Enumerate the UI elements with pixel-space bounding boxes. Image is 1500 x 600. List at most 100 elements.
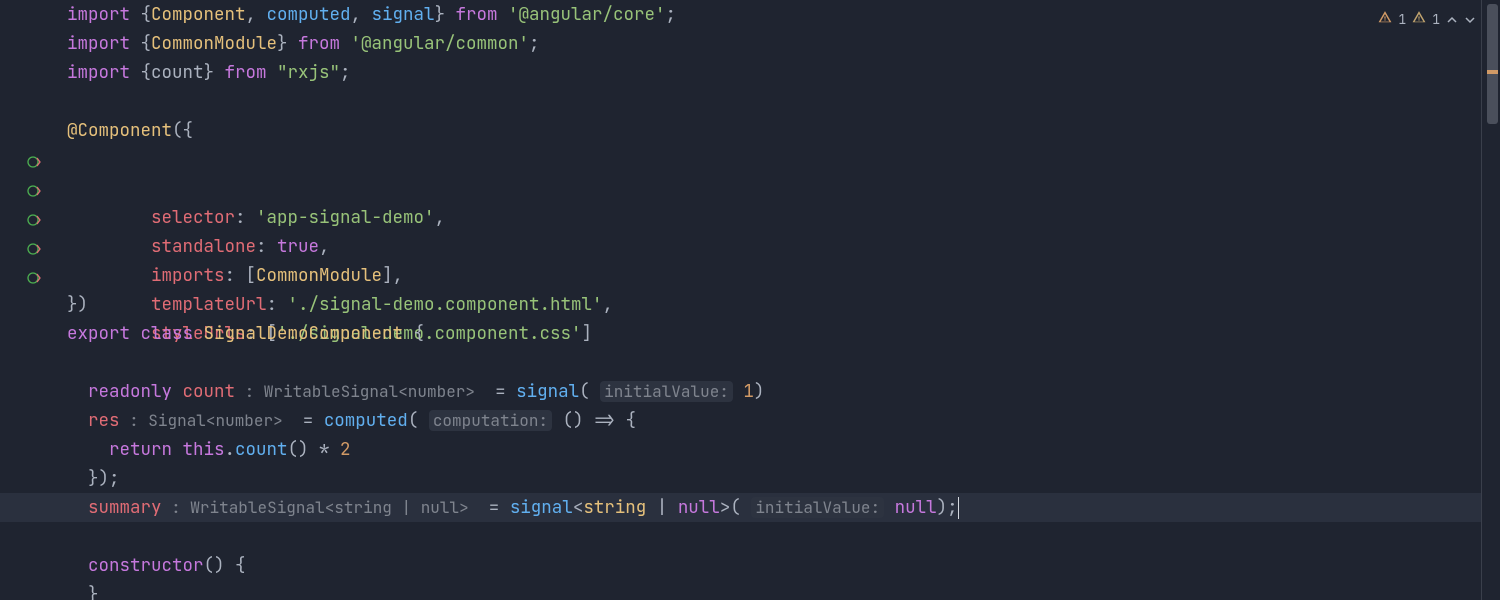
identifier: count xyxy=(151,61,204,84)
function-call: signal xyxy=(510,496,573,519)
code-editor: 1 1 import {Component, computed, signal}… xyxy=(0,0,1500,600)
related-file-icon[interactable] xyxy=(26,180,44,198)
keyword: constructor xyxy=(88,554,204,577)
punct: { xyxy=(141,3,152,26)
punct: () * xyxy=(288,438,341,461)
punct: , xyxy=(351,3,372,26)
punct: } xyxy=(204,61,215,84)
punct: = xyxy=(292,409,324,432)
scrollbar-track[interactable] xyxy=(1482,0,1500,600)
param-hint: initialValue: xyxy=(600,381,733,402)
code-line[interactable]: imports: [CommonModule], xyxy=(0,203,1481,232)
punct: ); xyxy=(937,496,958,519)
identifier: Component xyxy=(151,3,246,26)
param-hint: computation: xyxy=(429,410,552,431)
punct: >( xyxy=(720,496,752,519)
class-name: SignalDemoComponent xyxy=(204,322,404,345)
code-line[interactable]: return this.count() * 2 xyxy=(0,435,1481,464)
code-line[interactable]: } xyxy=(0,580,1481,600)
code-line[interactable]: import {count} from "rxjs"; xyxy=(0,58,1481,87)
code-line[interactable] xyxy=(0,87,1481,116)
keyword: export xyxy=(67,322,141,345)
punct: | xyxy=(646,496,678,519)
keyword: return xyxy=(109,438,183,461)
code-line[interactable]: selector: 'app-signal-demo', xyxy=(0,145,1481,174)
type-hint: : WritableSignal<number> xyxy=(235,381,485,402)
field-name: count xyxy=(183,380,236,403)
code-line-current[interactable]: summary : WritableSignal<string | null> … xyxy=(0,493,1481,522)
number: 1 xyxy=(733,380,754,403)
function-call: signal xyxy=(516,380,579,403)
related-file-icon[interactable] xyxy=(26,209,44,227)
type-hint: : WritableSignal<string | null> xyxy=(162,497,479,518)
punct: ( xyxy=(408,409,429,432)
code-line[interactable]: standalone: true, xyxy=(0,174,1481,203)
keyword: class xyxy=(141,322,204,345)
type-hint: : Signal<number> xyxy=(120,410,293,431)
string: '@angular/core' xyxy=(508,3,666,26)
punct: ; xyxy=(529,32,540,55)
punct: ; xyxy=(666,3,677,26)
keyword: null xyxy=(678,496,720,519)
related-file-icon[interactable] xyxy=(26,151,44,169)
indent xyxy=(67,467,88,490)
code-line[interactable]: import {Component, computed, signal} fro… xyxy=(0,0,1481,29)
related-file-icon[interactable] xyxy=(26,267,44,285)
code-line[interactable]: templateUrl: './signal-demo.component.ht… xyxy=(0,232,1481,261)
keyword: from xyxy=(288,32,351,55)
method-call: count xyxy=(235,438,288,461)
code-line[interactable]: }); xyxy=(0,464,1481,493)
identifier: CommonModule xyxy=(151,32,277,55)
string: "rxjs" xyxy=(277,61,340,84)
number: 2 xyxy=(340,438,351,461)
punct: = xyxy=(478,496,510,519)
param-hint: initialValue: xyxy=(751,497,884,518)
code-line[interactable]: res : Signal<number> = computed( computa… xyxy=(0,406,1481,435)
keyword: readonly xyxy=(88,380,183,403)
indent xyxy=(67,380,88,403)
decorator-at: @ xyxy=(67,119,78,142)
indent xyxy=(67,409,88,432)
keyword: null xyxy=(884,496,937,519)
code-line[interactable]: readonly count : WritableSignal<number> … xyxy=(0,377,1481,406)
indent xyxy=(67,438,109,461)
text-caret xyxy=(958,497,960,519)
string: '@angular/common' xyxy=(351,32,530,55)
code-line[interactable] xyxy=(0,348,1481,377)
punct: { xyxy=(141,61,152,84)
code-line[interactable]: }) xyxy=(0,290,1481,319)
keyword: import xyxy=(67,61,141,84)
punct: } xyxy=(88,583,99,600)
punct: , xyxy=(246,3,267,26)
punct: ({ xyxy=(172,119,193,142)
code-line[interactable]: import {CommonModule} from '@angular/com… xyxy=(0,29,1481,58)
code-line[interactable] xyxy=(0,522,1481,551)
code-line[interactable]: @Component({ xyxy=(0,116,1481,145)
keyword: import xyxy=(67,32,141,55)
punct: }); xyxy=(88,467,120,490)
keyword: import xyxy=(67,3,141,26)
decorator-name: Component xyxy=(78,119,173,142)
punct: () { xyxy=(204,554,246,577)
punct: }) xyxy=(67,293,88,316)
code-line[interactable]: constructor() { xyxy=(0,551,1481,580)
indent xyxy=(67,496,88,519)
field-name: summary xyxy=(88,496,162,519)
punct: ) xyxy=(754,380,765,403)
code-line[interactable]: styleUrls: ['./signal-demo.component.css… xyxy=(0,261,1481,290)
type: string xyxy=(583,496,646,519)
keyword: from xyxy=(445,3,508,26)
punct: . xyxy=(225,438,236,461)
punct: { xyxy=(141,32,152,55)
scrollbar-warning-mark[interactable] xyxy=(1487,70,1498,74)
code-area[interactable]: import {Component, computed, signal} fro… xyxy=(0,0,1482,600)
related-file-icon[interactable] xyxy=(26,238,44,256)
scrollbar-thumb[interactable] xyxy=(1487,4,1498,124)
code-line[interactable]: export class SignalDemoComponent { xyxy=(0,319,1481,348)
field-name: res xyxy=(88,409,120,432)
function-call: computed xyxy=(324,409,408,432)
punct: } xyxy=(435,3,446,26)
punct: ( xyxy=(579,380,600,403)
indent xyxy=(67,583,88,600)
punct: < xyxy=(573,496,584,519)
